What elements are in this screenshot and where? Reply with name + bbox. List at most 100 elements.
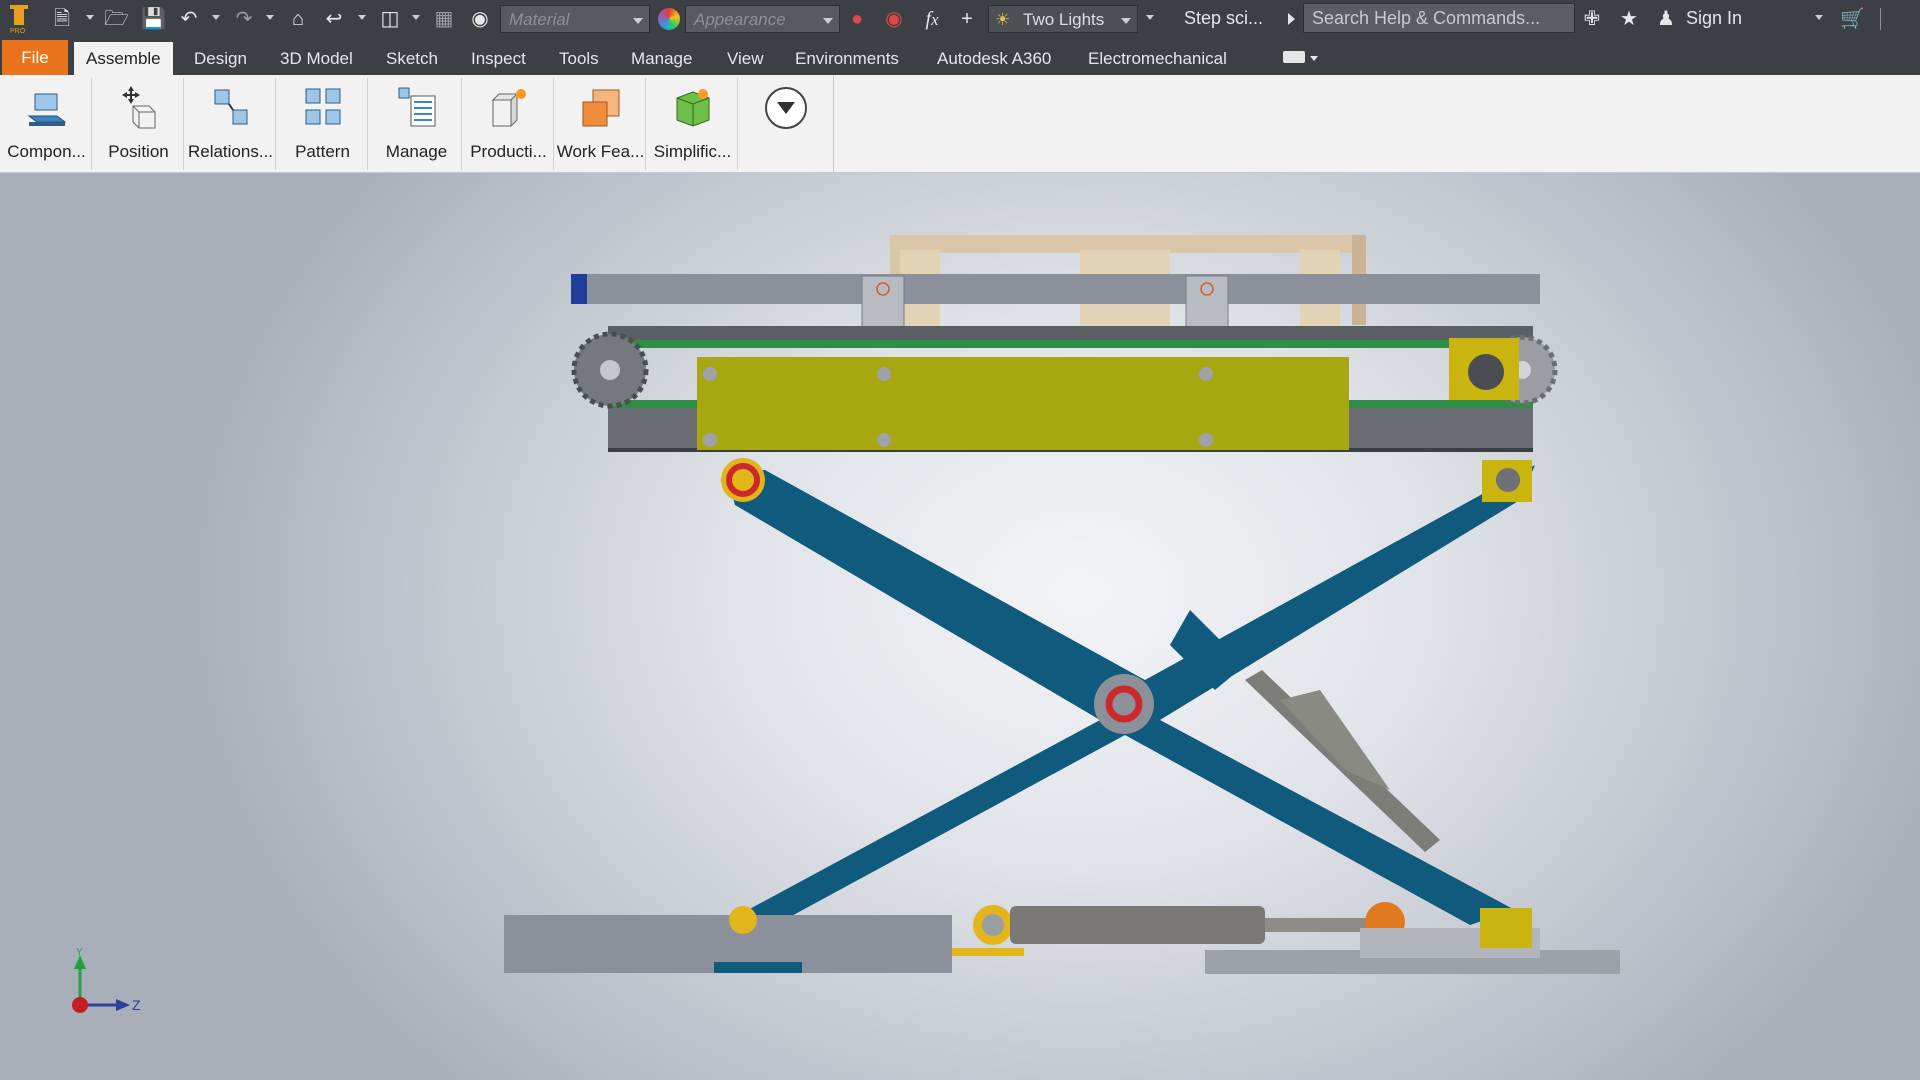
return-icon[interactable]: ↩ xyxy=(322,7,346,31)
chevron-down-icon xyxy=(823,18,833,24)
return-dropdown-icon[interactable] xyxy=(358,15,366,20)
productivity-icon xyxy=(491,89,526,128)
manage-button[interactable]: Manage xyxy=(372,78,462,170)
tab-assemble[interactable]: Assemble xyxy=(74,42,173,75)
tab-3d-model[interactable]: 3D Model xyxy=(268,42,365,75)
relationships-label: Relations... xyxy=(187,142,274,161)
pattern-button[interactable]: Pattern xyxy=(278,78,368,170)
rail-end-cap xyxy=(571,274,587,304)
coordinate-triad: Y Z xyxy=(72,947,141,1013)
document-name: Step sci... xyxy=(1184,8,1264,28)
manage-label: Manage xyxy=(385,142,448,161)
position-button[interactable]: Position xyxy=(94,78,184,170)
tab-view[interactable]: View xyxy=(715,42,776,75)
work-features-icon xyxy=(582,89,620,127)
home-icon[interactable]: ⌂ xyxy=(286,7,310,31)
lighting-icon: ☀ xyxy=(995,10,1011,29)
component-icon xyxy=(27,93,67,126)
help-search-icon[interactable]: ✙ xyxy=(1580,7,1604,31)
pivot-joints xyxy=(721,458,1532,734)
pattern-label: Pattern xyxy=(295,142,350,161)
open-icon[interactable]: 🗁 xyxy=(104,7,129,31)
select-dropdown-icon[interactable] xyxy=(412,15,420,20)
platform-plate xyxy=(697,357,1349,450)
position-label: Position xyxy=(108,142,169,161)
inventor-pro-logo[interactable]: PRO xyxy=(6,3,32,35)
tab-manage[interactable]: Manage xyxy=(619,42,704,75)
bottom-carriage xyxy=(1205,908,1620,974)
material-icon[interactable]: ◉ xyxy=(468,7,492,31)
simplification-label: Simplific... xyxy=(653,142,732,161)
productivity-button[interactable]: Producti... xyxy=(464,78,554,170)
panel-visibility-icon[interactable] xyxy=(1283,51,1305,63)
material-placeholder: Material xyxy=(509,10,570,29)
adjust-appearance-icon[interactable]: ● xyxy=(845,7,869,31)
relationships-icon xyxy=(214,89,248,125)
scissor-lift-model[interactable] xyxy=(0,173,1920,1080)
drive-gear xyxy=(1468,354,1504,390)
tab-design[interactable]: Design xyxy=(182,42,259,75)
svg-text:PRO: PRO xyxy=(10,28,26,35)
user-icon[interactable]: ♟ xyxy=(1654,7,1678,31)
appearance-placeholder: Appearance xyxy=(694,10,786,29)
component-label: Compon... xyxy=(7,142,86,161)
graphics-viewport[interactable]: Y Z xyxy=(0,173,1920,1080)
hydraulic-cylinder xyxy=(952,902,1405,956)
productivity-label: Producti... xyxy=(470,142,547,161)
cart-icon[interactable]: 🛒 xyxy=(1840,7,1865,31)
pattern-icon xyxy=(305,88,341,125)
position-icon xyxy=(122,86,156,129)
manage-icon xyxy=(398,87,436,127)
lighting-label: Two Lights xyxy=(1023,10,1105,29)
relationships-button[interactable]: Relations... xyxy=(186,78,276,170)
toolbar-divider xyxy=(1880,8,1881,30)
material-select[interactable]: Material xyxy=(500,5,650,33)
chevron-right-icon[interactable] xyxy=(1288,13,1295,25)
panel-dropdown-icon[interactable] xyxy=(765,87,807,129)
add-icon[interactable]: + xyxy=(955,7,979,31)
base-mark xyxy=(714,962,802,973)
appearance-icon[interactable] xyxy=(658,8,680,30)
tab-sketch[interactable]: Sketch xyxy=(374,42,450,75)
clear-appearance-icon[interactable]: ◉ xyxy=(882,7,906,31)
simplification-button[interactable]: Simplific... xyxy=(648,78,738,170)
component-button[interactable]: Compon... xyxy=(2,78,92,170)
tab-tools[interactable]: Tools xyxy=(547,42,611,75)
sign-in-dropdown-icon[interactable] xyxy=(1815,15,1823,20)
panel-overflow-area xyxy=(743,75,834,172)
undo-icon[interactable]: ↶ xyxy=(177,7,201,31)
quick-access-toolbar: PRO 🗎 🗁 💾 ↶ ↷ ⌂ ↩ ◫ ▦ ◉ Material Appeara… xyxy=(0,0,1920,38)
work-features-label: Work Fea... xyxy=(556,142,645,161)
tab-file[interactable]: File xyxy=(2,40,68,75)
tab-environments[interactable]: Environments xyxy=(783,42,911,75)
triad-y-label: Y xyxy=(76,947,83,958)
tab-inspect[interactable]: Inspect xyxy=(459,42,538,75)
sign-in-link[interactable]: Sign In xyxy=(1686,8,1742,29)
parameters-icon[interactable]: fx xyxy=(920,7,944,31)
chevron-down-icon xyxy=(633,18,643,24)
tab-electromechanical[interactable]: Electromechanical xyxy=(1076,42,1239,75)
new-dropdown-icon[interactable] xyxy=(86,15,94,20)
simplification-icon xyxy=(676,89,710,127)
top-rail xyxy=(575,274,1540,304)
customize-qat-icon[interactable] xyxy=(1146,15,1154,20)
ribbon-tab-bar: File Assemble Design 3D Model Sketch Ins… xyxy=(0,38,1920,75)
redo-dropdown-icon[interactable] xyxy=(266,15,274,20)
ribbon-panel: Compon... Position Relations... Pattern xyxy=(0,75,1920,173)
triad-z-label: Z xyxy=(132,997,141,1013)
base-pivot xyxy=(729,906,757,934)
save-icon[interactable]: 💾 xyxy=(141,7,166,31)
new-icon[interactable]: 🗎 xyxy=(50,7,74,31)
chevron-down-icon xyxy=(1121,18,1131,24)
appearance-select[interactable]: Appearance xyxy=(685,5,840,33)
search-input[interactable]: Search Help & Commands... xyxy=(1303,3,1575,33)
favorites-icon[interactable]: ★ xyxy=(1617,7,1641,31)
chevron-down-icon[interactable] xyxy=(1310,56,1318,61)
measure-icon[interactable]: ▦ xyxy=(432,7,456,31)
work-features-button[interactable]: Work Fea... xyxy=(556,78,646,170)
tab-autodesk-a360[interactable]: Autodesk A360 xyxy=(925,42,1063,75)
redo-icon[interactable]: ↷ xyxy=(232,7,256,31)
undo-dropdown-icon[interactable] xyxy=(212,15,220,20)
lighting-select[interactable]: ☀ Two Lights xyxy=(988,5,1138,33)
select-icon[interactable]: ◫ xyxy=(378,7,402,31)
